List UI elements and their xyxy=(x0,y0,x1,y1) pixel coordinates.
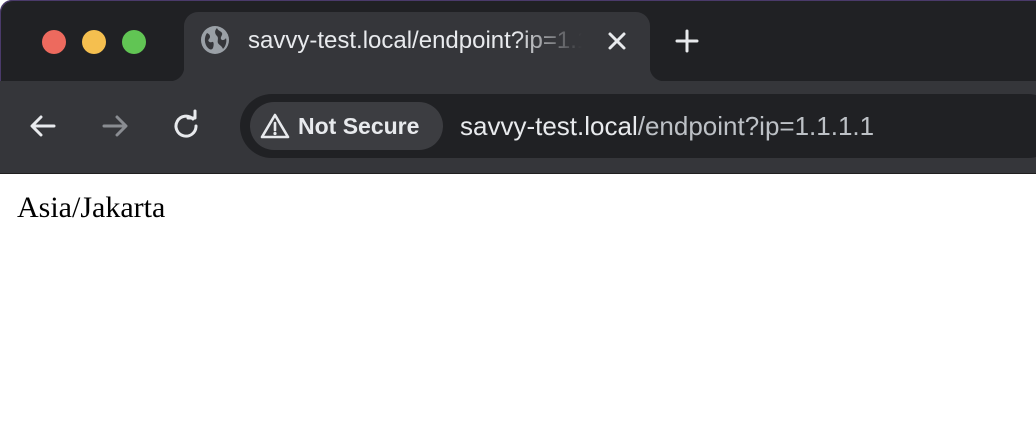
toolbar: Not Secure savvy-test.local/endpoint?ip=… xyxy=(0,81,1036,174)
address-bar[interactable]: Not Secure savvy-test.local/endpoint?ip=… xyxy=(240,94,1036,158)
window-maximize-button[interactable] xyxy=(122,30,146,54)
arrow-left-icon[interactable] xyxy=(26,109,60,143)
security-label: Not Secure xyxy=(298,113,420,139)
window-close-button[interactable] xyxy=(42,30,66,54)
page-body-text: Asia/Jakarta xyxy=(17,191,166,224)
tab-title: savvy-test.local/endpoint?ip=1.1.1.1 xyxy=(248,27,582,54)
window-minimize-button[interactable] xyxy=(82,30,106,54)
page-content: Asia/Jakarta xyxy=(0,174,1036,446)
browser-window: savvy-test.local/endpoint?ip=1.1.1.1 xyxy=(0,0,1036,446)
reload-icon[interactable] xyxy=(170,109,204,143)
url-text[interactable]: savvy-test.local/endpoint?ip=1.1.1.1 xyxy=(460,94,874,158)
url-host: savvy-test.local xyxy=(460,111,638,141)
warning-triangle-icon xyxy=(260,113,290,139)
close-icon[interactable] xyxy=(602,28,632,54)
tab-active[interactable]: savvy-test.local/endpoint?ip=1.1.1.1 xyxy=(170,12,664,81)
globe-icon xyxy=(201,26,229,54)
plus-icon[interactable] xyxy=(670,24,704,58)
arrow-right-icon[interactable] xyxy=(98,109,132,143)
tab-strip: savvy-test.local/endpoint?ip=1.1.1.1 xyxy=(0,0,1036,81)
security-chip[interactable]: Not Secure xyxy=(250,102,443,150)
url-path: /endpoint?ip=1.1.1.1 xyxy=(637,111,875,141)
